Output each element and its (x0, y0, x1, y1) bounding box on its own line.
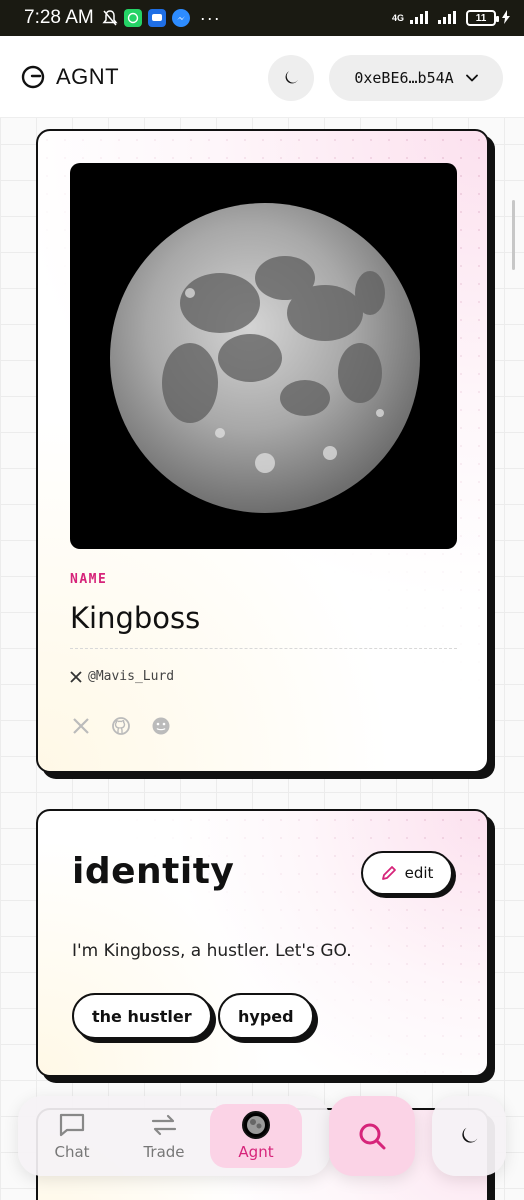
signal-icon (410, 10, 432, 27)
status-bar: 7:28 AM ··· 4G 11 (0, 0, 524, 36)
wallet-address: 0xeBE6…b54A (354, 69, 454, 87)
nav-label: Agnt (238, 1143, 274, 1161)
battery-icon: 11 (466, 10, 499, 26)
identity-title: identity (72, 851, 235, 892)
moon-avatar-icon (242, 1111, 270, 1139)
chevron-down-icon (465, 74, 478, 82)
whatsapp-icon (123, 9, 142, 27)
github-icon[interactable] (110, 715, 132, 737)
x-handle: @Mavis_Lurd (88, 669, 175, 684)
nav-agnt[interactable]: Agnt (210, 1104, 302, 1168)
moon-icon (285, 71, 298, 84)
app-name: AGNT (56, 63, 120, 89)
search-button[interactable] (329, 1096, 415, 1176)
moon-icon (462, 1127, 478, 1143)
divider (70, 648, 457, 649)
identity-card: identity edit I'm Kingboss, a hustler. L… (36, 809, 489, 1077)
status-right: 4G 11 (391, 9, 510, 27)
chat-icon (59, 1113, 85, 1137)
app-header: AGNT 0xeBE6…b54A (0, 36, 524, 118)
network-type: 4G (391, 13, 404, 23)
x-logo-icon (70, 670, 82, 683)
nav-label: Chat (54, 1143, 90, 1161)
nav-label: Trade (143, 1143, 185, 1161)
swap-icon (151, 1114, 177, 1136)
theme-toggle-fab[interactable] (432, 1096, 506, 1176)
search-icon (359, 1123, 386, 1150)
status-time: 7:28 AM (24, 7, 94, 28)
nav-trade[interactable]: Trade (118, 1104, 210, 1168)
farcaster-icon[interactable] (150, 715, 172, 737)
x-social-icon[interactable] (70, 715, 92, 737)
charging-icon (502, 9, 510, 27)
name-label: NAME (70, 572, 108, 587)
messenger-icon (171, 9, 190, 27)
profile-card: NAME Kingboss @Mavis_Lurd (36, 129, 489, 773)
edit-label: edit (404, 864, 434, 882)
personality-tag: hyped (218, 993, 314, 1039)
personality-tag: the hustler (72, 993, 212, 1039)
x-handle-link[interactable]: @Mavis_Lurd (70, 669, 174, 684)
pencil-icon (381, 866, 396, 880)
wallet-button[interactable]: 0xeBE6…b54A (329, 55, 503, 101)
more-notifications-icon: ··· (199, 7, 221, 28)
messages-icon (147, 9, 166, 27)
battery-level: 11 (475, 12, 487, 24)
app-logo[interactable]: AGNT (20, 64, 119, 90)
logo-icon (21, 65, 45, 88)
theme-toggle-button[interactable] (268, 55, 314, 101)
edit-identity-button[interactable]: edit (361, 851, 453, 895)
agent-avatar-image (70, 163, 457, 549)
bottom-nav: Chat Trade Agnt (18, 1096, 330, 1176)
mute-icon (102, 9, 118, 27)
signal-icon-2 (438, 10, 460, 27)
moon-image (110, 203, 420, 513)
nav-chat[interactable]: Chat (26, 1104, 118, 1168)
scrollbar[interactable] (512, 200, 515, 270)
social-links (70, 715, 172, 737)
identity-bio: I'm Kingboss, a hustler. Let's GO. (72, 941, 352, 961)
agent-name: Kingboss (70, 601, 201, 635)
